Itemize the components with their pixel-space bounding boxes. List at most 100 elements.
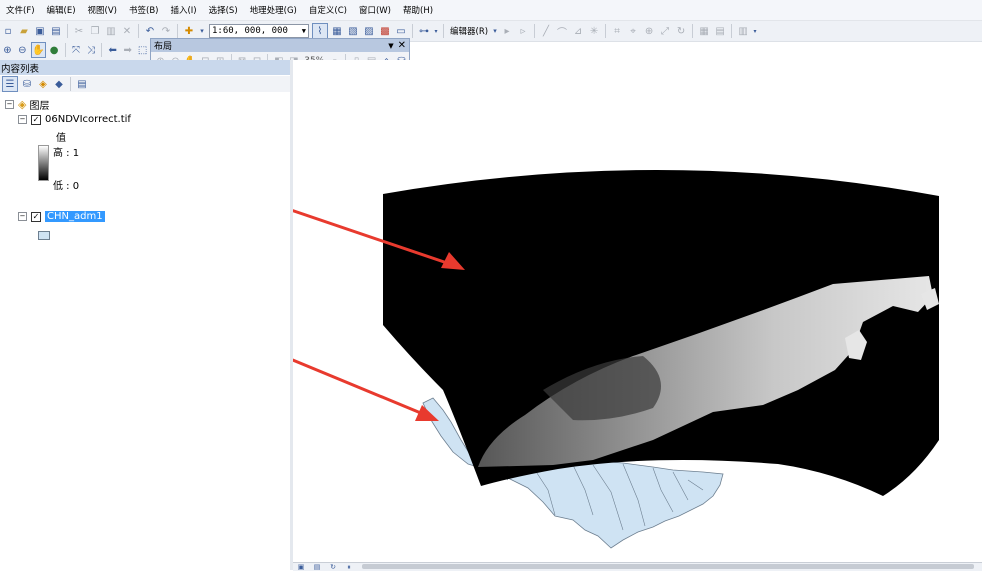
menu-help[interactable]: 帮助(H) [397,4,439,16]
sketch-properties-icon[interactable]: ▤ [713,24,727,38]
list-by-visibility-icon[interactable]: ◈ [36,77,50,91]
paste-icon[interactable]: ▥ [104,24,118,38]
toolbar-options-icon[interactable]: ▾ [433,24,439,38]
split-tool-icon[interactable]: ✳ [587,24,601,38]
straight-segment-icon[interactable]: ╱ [539,24,553,38]
fixed-zoom-in-icon[interactable]: ⤧ [70,43,83,57]
pan-icon[interactable]: ✋ [30,42,46,58]
scale-value: 1:60, 000, 000 [212,26,288,36]
toolbar-separator [443,24,444,38]
menu-geoprocessing[interactable]: 地理处理(G) [244,4,303,16]
construction-tools-icon[interactable]: ⊿ [571,24,585,38]
edit-annotation-icon[interactable]: ▹ [516,24,530,38]
layout-toolbar-titlebar[interactable]: 布局 ▼ ✕ [151,39,409,52]
menu-windows[interactable]: 窗口(W) [353,4,397,16]
full-extent-icon[interactable]: ● [48,43,61,57]
table-of-contents-icon[interactable]: ▦ [330,24,344,38]
layers-root-row: − ◈ 图层 [5,97,49,112]
collapse-icon[interactable]: − [18,115,27,124]
menu-view[interactable]: 视图(V) [82,4,123,16]
toc-panel: − ◈ 图层 − ✓ 06NDVIcorrect.tif 值 高 : 1 低 :… [0,92,291,570]
cut-polygons-icon[interactable]: ⊕ [642,24,656,38]
model-builder-icon[interactable]: ⊶ [417,24,431,38]
zoom-in-icon[interactable]: ⊕ [1,43,14,57]
menu-bookmarks[interactable]: 书签(B) [123,4,164,16]
toc-toolbar: ☰ ⛁ ◈ ◆ ▤ [0,76,291,92]
python-window-icon[interactable]: ▭ [394,24,408,38]
list-by-drawing-order-icon[interactable]: ☰ [2,76,18,92]
edit-vertices-icon[interactable]: ⌗ [610,24,624,38]
menu-edit[interactable]: 编辑(E) [41,4,82,16]
toc-title: 内容列表 [1,63,40,75]
attributes-icon[interactable]: ▦ [697,24,711,38]
create-features-icon[interactable]: ▥ [736,24,750,38]
select-features-icon[interactable]: ⬚ [136,43,149,57]
menu-insert[interactable]: 插入(I) [164,4,202,16]
menu-customize[interactable]: 自定义(C) [303,4,353,16]
legend-value-label: 值 [56,133,66,144]
editor-toolbar-icon[interactable]: ⌇ [312,23,328,39]
layer-row-chn-adm1: − ✓ CHN_adm1 [18,211,105,222]
list-by-source-icon[interactable]: ⛁ [20,77,34,91]
legend-high-label: 高 : 1 [53,148,80,159]
toolbar-separator [534,24,536,38]
catalog-icon[interactable]: ▧ [346,24,360,38]
menu-file[interactable]: 文件(F) [0,4,41,16]
add-data-dropdown-icon[interactable]: ▾ [198,24,206,38]
toolbar-options-icon[interactable]: ▾ [752,24,758,38]
chevron-down-icon[interactable]: ▼ [388,42,393,50]
toolbar-separator [177,24,178,38]
delete-icon[interactable]: ✕ [120,24,134,38]
layer-visibility-checkbox[interactable]: ✓ [31,211,41,222]
search-window-icon[interactable]: ▨ [362,24,376,38]
collapse-icon[interactable]: − [5,100,14,109]
toolbar-separator [64,43,66,57]
layer-name-chn-adm1[interactable]: CHN_adm1 [45,211,105,222]
close-icon[interactable]: ✕ [398,40,406,51]
toolbar-separator [692,24,694,38]
menu-selection[interactable]: 选择(S) [203,4,244,16]
print-icon[interactable]: ▤ [49,24,63,38]
zoom-out-icon[interactable]: ⊖ [16,43,29,57]
edit-tool-icon[interactable]: ▸ [500,24,514,38]
arctoolbox-icon[interactable]: ▩ [378,24,392,38]
editor-menu[interactable]: 编辑器(R) [447,25,491,37]
legend-high: 高 : 1 [53,144,79,159]
toolbar-separator [605,24,607,38]
undo-icon[interactable]: ↶ [143,24,157,38]
cut-icon[interactable]: ✂ [72,24,86,38]
forward-arrow-icon[interactable]: ➡ [121,43,134,57]
legend-low-label: 低 : 0 [53,181,80,192]
map-canvas [67,151,939,549]
tools-toolbar: ⊕ ⊖ ✋ ● ⤧ ⤨ ⬅ ➡ ⬚ [0,40,150,60]
scale-dropdown[interactable]: 1:60, 000, 000 ▼ [209,24,309,38]
toc-options-icon[interactable]: ▤ [75,77,89,91]
layer-row-ndvi: − ✓ 06NDVIcorrect.tif [18,114,131,125]
rotate-icon[interactable]: ↻ [674,24,688,38]
new-document-icon[interactable]: ▫ [1,24,15,38]
add-data-icon[interactable]: ✚ [182,24,196,38]
save-icon[interactable]: ▣ [33,24,47,38]
menu-bar: 文件(F) 编辑(E) 视图(V) 书签(B) 插入(I) 选择(S) 地理处理… [0,0,982,21]
split-line-icon[interactable]: ⤢ [658,24,672,38]
legend-color-ramp [38,145,49,181]
horizontal-scrollbar[interactable] [362,564,974,569]
curve-segment-icon[interactable]: ⌒ [555,24,569,39]
back-arrow-icon[interactable]: ⬅ [106,43,119,57]
layers-icon: ◈ [18,98,27,111]
layers-root-label[interactable]: 图层 [29,97,49,112]
open-folder-icon[interactable]: ▰ [17,24,31,38]
layer-visibility-checkbox[interactable]: ✓ [31,114,41,125]
copy-icon[interactable]: ❐ [88,24,102,38]
layer-name-ndvi[interactable]: 06NDVIcorrect.tif [45,114,131,125]
fixed-zoom-out-icon[interactable]: ⤨ [84,43,97,57]
redo-icon[interactable]: ↷ [159,24,173,38]
editor-dropdown-icon[interactable]: ▾ [492,24,498,38]
collapse-icon[interactable]: − [18,212,27,221]
map-display[interactable] [67,60,982,562]
reshape-feature-icon[interactable]: ⌖ [626,24,640,38]
legend-title: 值 [56,129,66,144]
polygon-symbol-swatch[interactable] [38,231,50,240]
list-by-selection-icon[interactable]: ◆ [52,77,66,91]
layout-toolbar-title: 布局 [154,42,173,52]
